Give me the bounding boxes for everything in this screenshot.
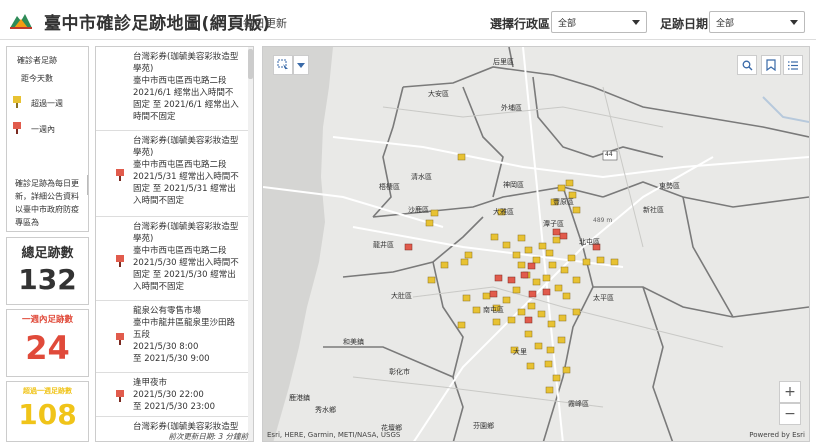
list-item[interactable]: 台灣彩券(珈毓美容彩妝造型 學苑) 臺中市西屯區西屯路二段 2021/5/30 經常… [96,217,252,301]
list-item-text: 逢甲夜市 2021/5/30 22:00 至 2021/5/30 23:00 [133,378,215,412]
powered-by-esri[interactable]: Powered by Esri [749,431,805,439]
list-item-text: 台灣彩券(珈毓美容彩妝造型 學苑) 臺中市西屯區西屯路二段 2021/5/30 經常… [133,222,239,292]
legend-title: 確診者足跡 [17,56,57,65]
stat-total-label: 總足跡數 [21,246,74,261]
place-label: 神岡區 [503,181,524,189]
layer-list-button[interactable] [783,55,803,75]
stat-week-label: 一週內足跡數 [21,315,73,325]
place-label: 彰化市 [389,368,410,376]
list-item[interactable]: 逢甲夜市 2021/5/30 22:00 至 2021/5/30 23:00 [96,373,252,417]
stat-total: 總足跡數 132 [6,237,89,305]
app-root: 臺中市確診足跡地圖(網頁版) 每日更新 選擇行政區 全部 足跡日期 全部 確診者… [0,0,816,448]
date-filter-label: 足跡日期 [660,17,709,31]
chevron-down-icon [790,20,798,25]
list-item[interactable]: 台灣彩券(珈毓美容彩妝造型 學苑) 臺中市西屯區西屯路二段 2021/6/1 經常出… [96,47,252,131]
stat-over-week: 超過一週足跡數 108 [6,381,89,442]
chevron-down-icon [297,62,305,68]
date-select-value: 全部 [716,19,735,29]
map-pin-red-icon [116,333,124,345]
place-label: 鹿港鎮 [289,394,310,402]
footprint-list: 台灣彩券(珈毓美容彩妝造型 學苑) 臺中市西屯區西屯路二段 2021/6/1 經常出… [95,46,254,442]
select-tool-dropdown[interactable] [293,55,309,75]
place-label: 大安區 [428,90,449,98]
district-filter-label: 選擇行政區 [490,17,551,31]
zoom-in-button[interactable]: + [779,381,801,403]
place-label: 太平區 [593,294,614,302]
header-bar: 臺中市確診足跡地圖(網頁版) 每日更新 選擇行政區 全部 足跡日期 全部 [0,0,816,40]
elevation-label: 489 m [593,217,613,224]
map-pin-red-icon [13,122,21,134]
chevron-down-icon [632,20,640,25]
legend-item-within-week: 一週內 [13,122,55,135]
stat-week-value: 24 [25,329,70,367]
place-label: 霧峰區 [568,400,589,408]
date-select[interactable]: 全部 [709,11,805,33]
legend-item-label: 一週內 [31,125,55,134]
list-scroll-thumb[interactable] [248,49,253,79]
zoom-out-button[interactable]: − [779,403,801,425]
route-label: 44 [605,151,613,158]
legend-subtitle: 距今天數 [21,74,53,83]
last-updated: 前次更新日期: 3 分鐘前 [168,432,248,441]
map-pin-red-icon [116,169,124,181]
list-item-text: 台灣彩券(珈毓美容彩妝造型 學苑) 臺中市西屯區西屯路二段 2021/6/1 經常出… [133,52,239,122]
page-subtitle: 每日更新 [243,17,287,30]
place-label: 大雅區 [493,208,514,216]
list-icon [788,60,798,70]
list-item-text: 台灣彩券(珈毓美容彩妝造型 學苑) 臺中市西屯區西屯路二段 2021/5/31 經常… [133,136,239,206]
place-label: 北屯區 [579,238,600,246]
place-label: 大里 [513,348,527,356]
list-item[interactable]: 龍泉公有零售市場 臺中市龍井區龍泉里沙田路 五段 2021/5/30 8:00 至 2… [96,301,252,373]
place-label: 南屯區 [483,306,504,314]
stat-over-week-label: 超過一週足跡數 [23,387,72,395]
list-item[interactable]: 台灣彩券(珈毓美容彩妝造型 學苑) 臺中市西屯區西屯路二段 2021/5/31 經常… [96,131,252,217]
map-pin-red-icon [116,390,124,402]
legend-item-label: 超過一週 [31,99,63,108]
legend-scrollbar[interactable] [87,175,88,195]
list-item-text: 龍泉公有零售市場 臺中市龍井區龍泉里沙田路 五段 2021/5/30 8:00 至 2… [133,306,236,364]
place-label: 和美鎮 [343,338,364,346]
place-label: 大肚區 [391,292,412,300]
district-select-value: 全部 [558,19,577,29]
map-attribution: Esri, HERE, Garmin, METI/NASA, USGS [267,431,401,439]
legend-description: 確診足跡為每日更新，詳細公告資料以臺中市政府防疫專區為 [15,179,79,227]
legend-panel: 確診者足跡 距今天數 超過一週 一週內 確診足跡為每日更新，詳細公告資料以臺中市… [6,46,89,232]
stat-total-value: 132 [18,263,77,296]
place-label: 沙鹿區 [408,206,429,214]
taichung-logo-icon [10,14,32,29]
stat-week: 一週內足跡數 24 [6,309,89,377]
stat-over-week-value: 108 [18,398,77,431]
legend-item-over-week: 超過一週 [13,96,63,109]
district-select[interactable]: 全部 [551,11,647,33]
page-title: 臺中市確診足跡地圖(網頁版) [44,14,271,34]
search-icon [742,60,752,70]
place-label: 外埔區 [501,104,522,112]
place-label: 秀水鄉 [315,406,336,414]
bookmark-button[interactable] [761,55,781,75]
place-label: 清水區 [411,173,432,181]
place-label: 東勢區 [659,182,680,190]
map-pin-red-icon [116,255,124,267]
bookmark-icon [766,59,776,71]
place-label: 后里區 [493,58,514,66]
select-tool-button[interactable] [273,55,293,75]
list-scrollbar[interactable] [248,47,253,441]
map-view[interactable]: 大安區 后里區 外埔區 清水區 梧棲區 神岡區 豐原區 沙鹿區 大雅區 東勢區 … [262,46,810,442]
place-label: 梧棲區 [379,183,400,191]
search-button[interactable] [737,55,757,75]
map-pin-yellow-icon [13,96,21,108]
place-label: 龍井區 [373,241,394,249]
place-label: 潭子區 [543,220,564,228]
place-label: 豐原區 [553,198,574,206]
map-canvas[interactable] [263,47,810,442]
place-label: 芬園鄉 [473,422,494,430]
place-label: 新社區 [643,206,664,214]
select-region-icon [277,59,288,71]
